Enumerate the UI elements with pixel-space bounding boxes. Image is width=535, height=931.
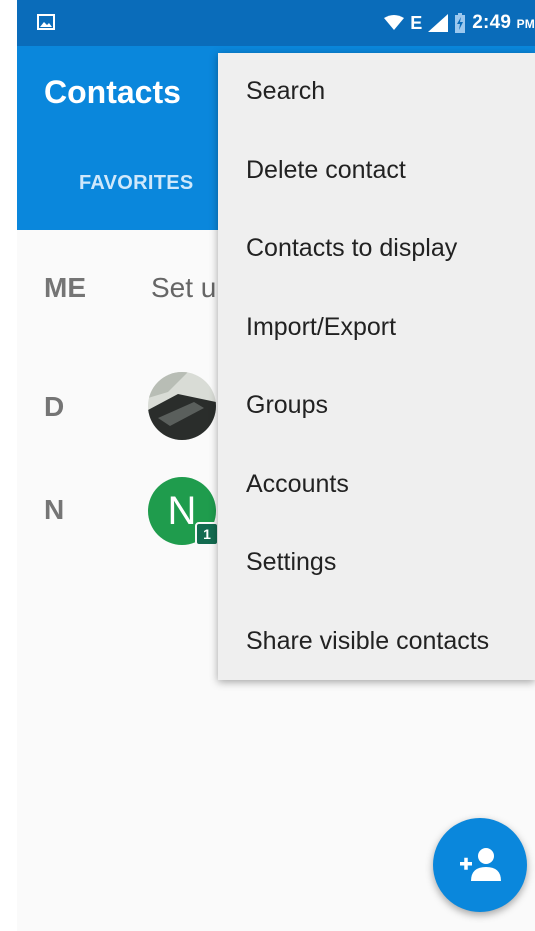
add-person-icon	[460, 848, 501, 881]
network-type: E	[410, 12, 423, 33]
contact-avatar-photo[interactable]	[148, 372, 216, 440]
menu-item-settings[interactable]: Settings	[246, 548, 336, 577]
menu-item-contacts-to-display[interactable]: Contacts to display	[246, 234, 457, 263]
add-contact-button[interactable]	[433, 818, 527, 912]
account-badge: 1	[195, 522, 219, 546]
status-icons: E 2:49 PM	[384, 10, 535, 36]
tab-favorites[interactable]: FAVORITES	[79, 172, 194, 195]
contacts-screen: E 2:49 PM Contacts FAVORITES ME Set u D …	[17, 0, 535, 931]
section-letter-me: ME	[44, 272, 86, 303]
me-profile-setup-text[interactable]: Set u	[151, 272, 216, 304]
menu-item-search[interactable]: Search	[246, 77, 325, 106]
menu-item-share-visible-contacts[interactable]: Share visible contacts	[246, 627, 489, 656]
menu-item-import-export[interactable]: Import/Export	[246, 313, 396, 342]
menu-item-delete-contact[interactable]: Delete contact	[246, 156, 406, 185]
section-letter-d: D	[44, 391, 65, 422]
overflow-menu: Search Delete contact Contacts to displa…	[218, 53, 535, 680]
battery-charging-icon	[455, 13, 466, 33]
page-title: Contacts	[44, 74, 181, 110]
status-time: 2:49 PM	[472, 12, 535, 33]
wifi-icon	[384, 15, 405, 30]
signal-icon	[428, 14, 449, 32]
menu-item-accounts[interactable]: Accounts	[246, 470, 349, 499]
section-letter-n: N	[44, 494, 65, 525]
status-bar: E 2:49 PM	[17, 0, 535, 46]
avatar-photo-image	[148, 372, 216, 440]
gallery-icon	[37, 14, 55, 30]
menu-item-groups[interactable]: Groups	[246, 391, 328, 420]
